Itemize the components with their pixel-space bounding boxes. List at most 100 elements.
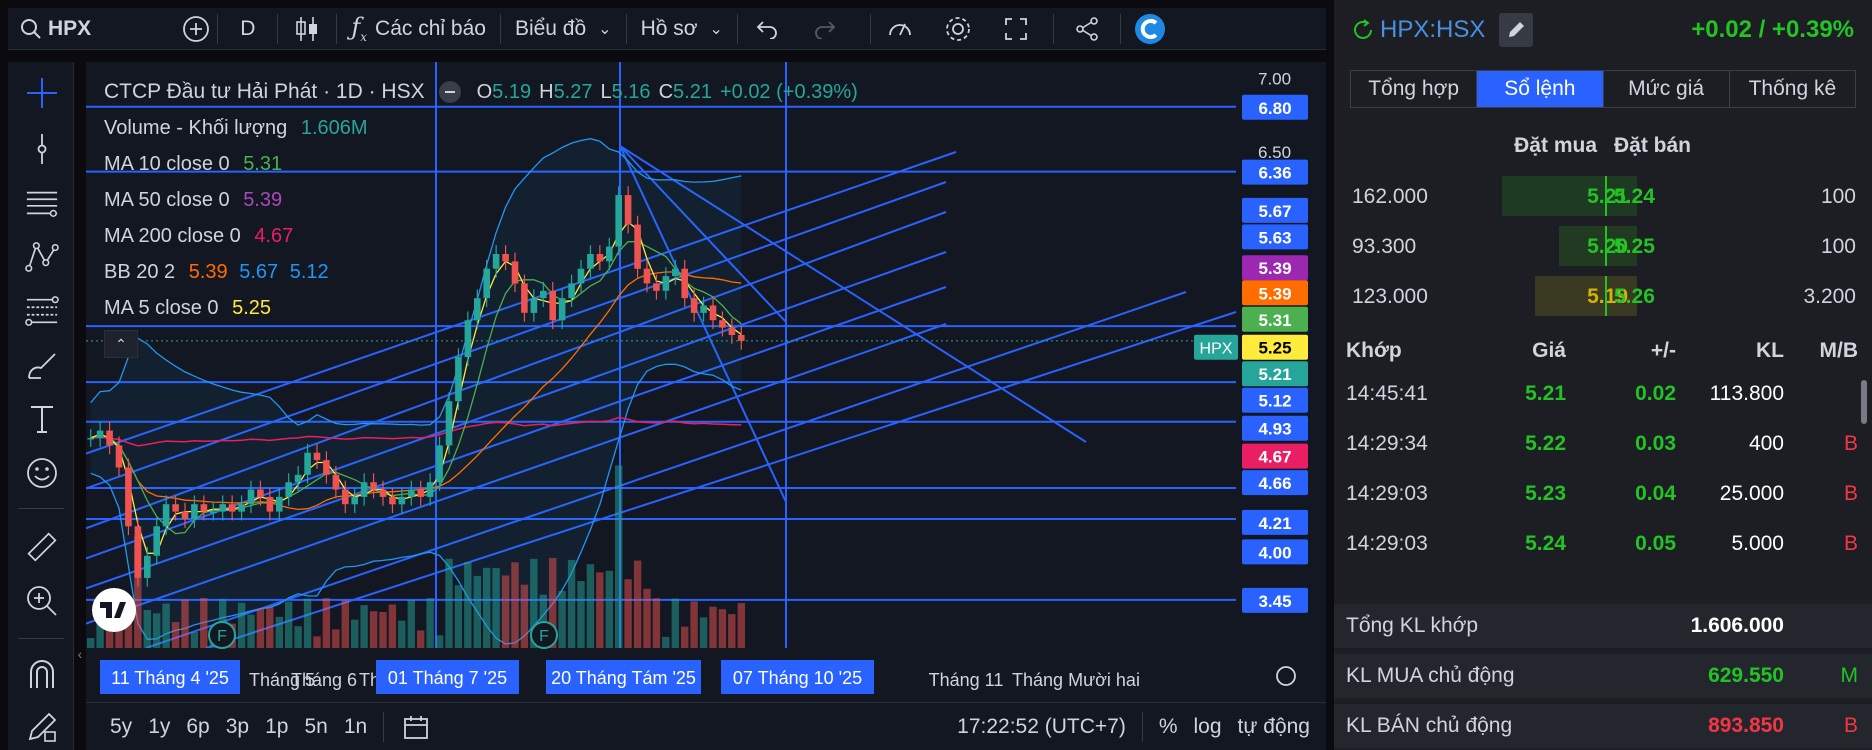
settings-button[interactable] — [929, 8, 987, 50]
fib-tool[interactable] — [25, 294, 59, 328]
top-toolbar: HPX D ƒx Các chỉ báo Biểu đồ ⌄ Hồ sơ ⌄ — [8, 8, 1326, 50]
price-label: 5.12 — [1258, 392, 1291, 411]
percent-toggle[interactable]: % — [1151, 715, 1186, 739]
volume-bar — [247, 614, 255, 648]
alert-button[interactable] — [871, 8, 929, 50]
tradingview-logo[interactable] — [92, 588, 136, 632]
date-range-button[interactable] — [396, 713, 436, 741]
range-1p-button[interactable]: 1p — [257, 715, 296, 739]
collapse-toolbar-button[interactable]: ‹ — [75, 640, 85, 668]
match-header-0: Khớp — [1346, 339, 1402, 362]
clock-label[interactable]: 17:22:52 (UTC+7) — [949, 715, 1134, 739]
tab-2[interactable]: Mức giá — [1604, 71, 1730, 107]
buy-header: Đặt mua — [1514, 134, 1597, 157]
function-icon: ƒx — [351, 13, 368, 44]
volume-value: 1.606M — [300, 117, 368, 139]
match-side: B — [1843, 482, 1858, 505]
crosshair-tool[interactable] — [25, 76, 59, 110]
magnet-tool[interactable] — [25, 658, 59, 692]
match-header-3: KL — [1756, 339, 1784, 362]
trend-line-tool[interactable] — [25, 186, 59, 220]
share-button[interactable] — [1054, 8, 1120, 50]
brush-tool[interactable] — [25, 348, 59, 382]
buy-active-value: 629.550 — [1708, 664, 1784, 687]
lock-drawing-tool[interactable] — [25, 710, 59, 744]
log-toggle[interactable]: log — [1186, 715, 1230, 739]
tab-1[interactable]: Sổ lệnh — [1477, 71, 1604, 107]
volume-bar — [454, 585, 463, 648]
legend-toggle-button[interactable]: ⌃ — [104, 330, 138, 358]
interval-button[interactable]: D — [218, 8, 277, 50]
volume-bar — [709, 606, 717, 648]
range-5y-button[interactable]: 5y — [102, 715, 140, 739]
match-price: 5.23 — [1525, 482, 1566, 505]
candle — [125, 458, 132, 536]
book-row[interactable]: 123.000 5.19 5.26 3.200 — [1334, 274, 1872, 320]
x-marker-label[interactable]: 11 Tháng 4 '25 — [111, 668, 229, 688]
volume-bar — [520, 584, 529, 648]
candlestick-icon — [296, 16, 318, 41]
buy-active-row: KL MUA chủ động 629.550 M — [1334, 654, 1872, 698]
book-row[interactable]: 93.300 5.20 5.25 100 — [1334, 224, 1872, 270]
volume-bar — [492, 568, 500, 648]
panel-symbol[interactable]: HPX:HSX — [1380, 16, 1485, 44]
match-side: B — [1843, 432, 1858, 455]
match-time: 14:45:41 — [1346, 382, 1428, 405]
candle-type-button[interactable] — [278, 8, 336, 50]
dividend-marker[interactable]: F — [208, 621, 236, 649]
symbol-search-button[interactable]: HPX — [8, 8, 105, 50]
tab-0[interactable]: Tổng hợp — [1351, 71, 1478, 107]
text-tool[interactable] — [25, 402, 59, 436]
range-1y-button[interactable]: 1y — [140, 715, 178, 739]
share-icon — [1076, 16, 1098, 41]
refresh-icon[interactable] — [1350, 17, 1376, 43]
indicators-button[interactable]: ƒx Các chỉ báo — [337, 8, 500, 50]
legend-title-row: CTCP Đầu tư Hải Phát · 1D · HSX O 5.19 H5… — [104, 74, 858, 110]
chart-area[interactable]: 7.00 6.50 6.80 6.36 5.67 5.63 5.39 5.39 5.31 5.25… — [86, 62, 1326, 702]
match-row[interactable]: 14:29:34 5.22 0.03 400 B — [1334, 422, 1872, 466]
price-label: 6.80 — [1258, 99, 1291, 118]
sell-price: 5.24 — [1614, 185, 1655, 208]
ruler-icon — [27, 532, 57, 562]
zoom-tool[interactable] — [25, 584, 59, 618]
tab-3[interactable]: Thống kê — [1730, 71, 1855, 107]
range-6p-button[interactable]: 6p — [178, 715, 217, 739]
match-volume: 400 — [1748, 432, 1784, 455]
range-buttons: 5y 1y 6p 3p 1p 5n 1n — [102, 715, 375, 739]
x-marker-label[interactable]: 01 Tháng 7 '25 — [388, 668, 507, 688]
undo-button[interactable] — [738, 8, 796, 50]
profile-menu-button[interactable]: Hồ sơ ⌄ — [627, 8, 737, 50]
volume-bar — [153, 613, 161, 648]
chart-menu-button[interactable]: Biểu đồ ⌄ — [501, 8, 626, 50]
match-row[interactable]: 14:29:03 5.24 0.05 5.000 B — [1334, 522, 1872, 566]
ruler-tool[interactable] — [25, 530, 59, 564]
app: HPX D ƒx Các chỉ báo Biểu đồ ⌄ Hồ sơ ⌄ ‹… — [0, 0, 1872, 750]
cursor-tool[interactable] — [25, 132, 59, 166]
match-row[interactable]: 14:45:41 5.21 0.02 113.800 — [1334, 372, 1872, 416]
fibonacci-icon — [25, 296, 59, 326]
volume-bar — [671, 598, 679, 648]
book-row[interactable]: 162.000 5.21 5.24 100 — [1334, 174, 1872, 220]
match-scrollbar[interactable] — [1861, 380, 1867, 424]
emoji-tool[interactable] — [25, 456, 59, 490]
range-1n-button[interactable]: 1n — [336, 715, 375, 739]
volume-bar — [633, 560, 642, 648]
dividend-marker[interactable]: F — [530, 621, 558, 649]
range-5n-button[interactable]: 5n — [296, 715, 335, 739]
match-row[interactable]: 14:29:03 5.23 0.04 25.000 B — [1334, 472, 1872, 516]
ma5-value: 5.25 — [232, 297, 272, 319]
volume-bar — [162, 603, 170, 648]
redo-button[interactable] — [796, 8, 854, 50]
collapse-legend-button[interactable] — [438, 81, 461, 103]
auto-toggle[interactable]: tự động — [1230, 715, 1318, 739]
add-symbol-button[interactable] — [175, 8, 217, 50]
open-label: O — [476, 81, 493, 103]
edit-symbol-button[interactable] — [1499, 13, 1534, 47]
fullscreen-button[interactable] — [987, 8, 1045, 50]
match-header: Khớp Giá +/- KL M/B — [1334, 330, 1872, 372]
pattern-tool[interactable] — [25, 240, 59, 274]
x-marker-label[interactable]: 07 Tháng 10 '25 — [733, 668, 862, 688]
drawing-toolbar — [8, 62, 74, 750]
x-marker-label[interactable]: 20 Tháng Tám '25 — [551, 668, 696, 688]
range-3p-button[interactable]: 3p — [218, 715, 257, 739]
